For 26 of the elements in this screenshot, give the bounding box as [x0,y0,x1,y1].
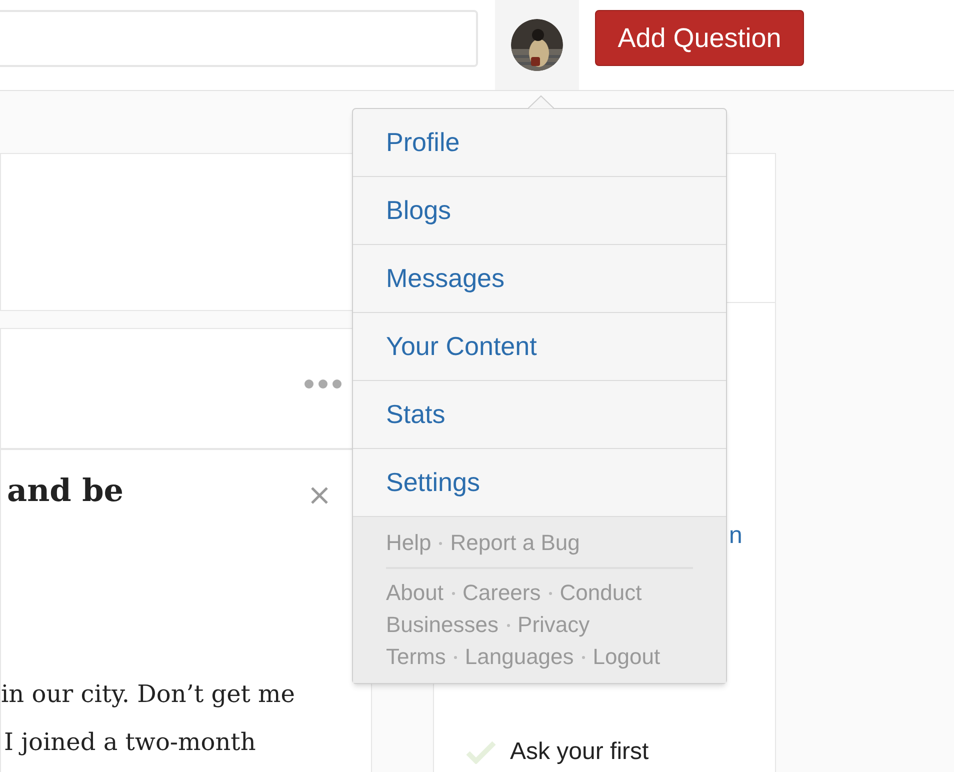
footer-link[interactable]: Languages [464,641,574,673]
footer-link[interactable]: Conduct [560,577,642,609]
footer-link[interactable]: Businesses [386,609,499,641]
search-field[interactable] [0,10,478,67]
avatar-button-background[interactable] [495,0,579,90]
footer-link[interactable]: Help [386,527,432,559]
footer-link[interactable]: Careers [462,577,541,609]
link-text[interactable]: n [729,518,742,554]
feed-heading: and be [7,472,124,511]
feed-text-line: in our city. Don’t get me [1,679,296,710]
footer-link[interactable]: Privacy [518,609,590,641]
footer-link[interactable]: Logout [592,641,660,673]
more-icon[interactable] [304,379,342,389]
add-question-button[interactable]: Add Question [595,10,804,66]
menu-item[interactable]: Blogs [353,177,726,245]
step-label: Ask your first [510,737,649,767]
footer-link[interactable]: Terms [386,641,446,673]
menu-item[interactable]: Messages [353,245,726,313]
menu-item[interactable]: Your Content [353,313,726,381]
menu-item[interactable]: Stats [353,381,726,449]
avatar[interactable] [511,19,563,71]
footer-link[interactable]: About [386,577,444,609]
close-icon[interactable] [311,487,328,504]
feed-text-line: I joined a two-month [4,727,256,758]
menu-item[interactable]: Profile [353,109,726,177]
footer-link[interactable]: Report a Bug [450,527,580,559]
